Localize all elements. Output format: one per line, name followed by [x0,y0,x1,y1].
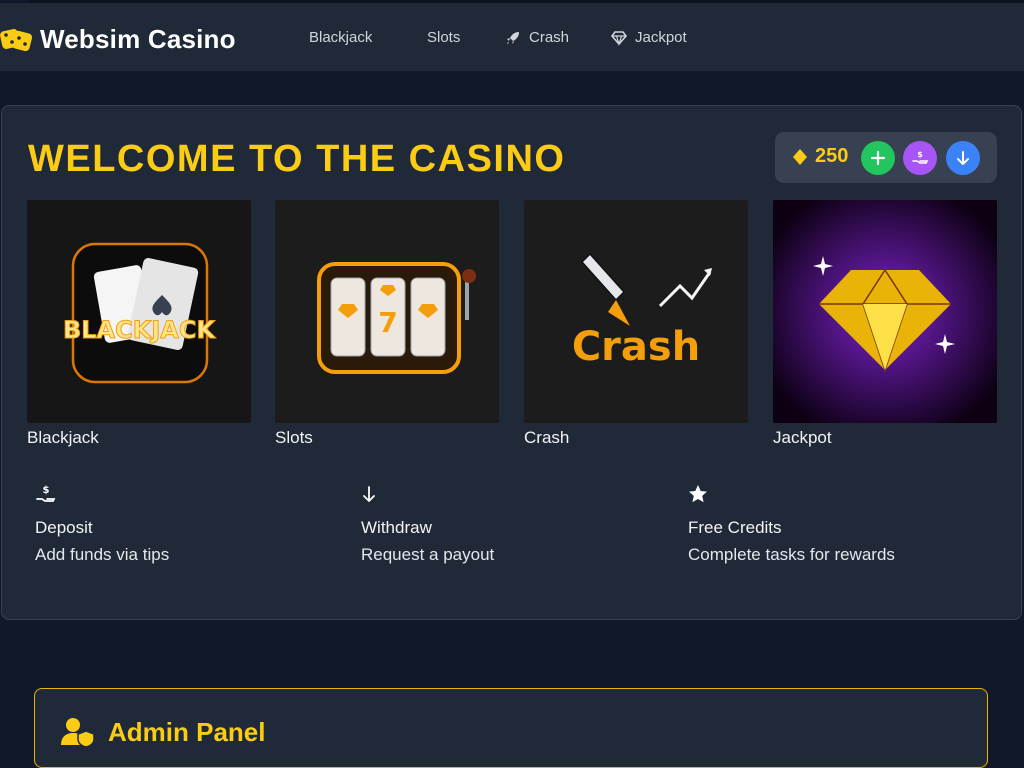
slots-art-text: 7 [378,306,397,339]
add-credits-button[interactable] [861,141,895,175]
arrow-down-icon [957,151,969,165]
plus-icon [870,150,886,166]
crash-artwork: Crash [524,200,748,423]
blackjack-artwork: BLACKJACK [27,200,251,423]
balance-value: 250 [815,145,849,167]
game-label: Blackjack [27,428,99,447]
top-navbar: Websim Casino Blackjack Slots Crash Jack… [0,0,1024,71]
user-shield-icon [61,718,95,747]
gem-icon [793,149,807,165]
game-card-jackpot[interactable]: Jackpot [773,200,997,448]
feature-withdraw[interactable]: Withdraw Request a payout [361,484,661,565]
game-card-blackjack[interactable]: BLACKJACK Blackjack [27,200,251,448]
hand-dollar-icon: $ [36,485,56,502]
arrow-down-icon [363,486,375,502]
brand-logo[interactable]: Websim Casino [0,23,236,55]
page-title: WELCOME TO THE CASINO [28,138,566,180]
game-label: Crash [524,428,570,447]
withdraw-button[interactable] [946,141,980,175]
nav-label: Crash [529,29,570,46]
casino-lobby-panel: WELCOME TO THE CASINO 250 $ BLACKJACK Bl… [1,105,1022,620]
game-label: Jackpot [773,428,832,447]
nav-jackpot[interactable]: Jackpot [611,29,687,46]
nav-label: Blackjack [309,29,373,46]
crash-art-text: Crash [572,324,700,370]
wallet-bar: 250 $ [775,132,997,183]
deposit-button[interactable]: $ [903,141,937,175]
browser-tab-strip [0,0,30,3]
feature-free-credits[interactable]: Free Credits Complete tasks for rewards [688,484,988,565]
brand-name: Websim Casino [40,23,236,54]
game-card-crash[interactable]: Crash Crash [524,200,748,448]
feature-description: Add funds via tips [35,545,170,564]
nav-blackjack[interactable]: Blackjack [309,29,372,46]
star-icon [689,485,707,503]
gem-icon [611,30,627,46]
blackjack-art-text: BLACKJACK [63,316,216,344]
rocket-icon [507,31,519,44]
svg-text:$: $ [917,150,923,159]
nav-label: Slots [427,29,461,46]
nav-label: Jackpot [635,29,687,46]
feature-deposit[interactable]: $ Deposit Add funds via tips [35,484,335,565]
dice-icon [0,29,33,52]
svg-text:$: $ [43,485,50,496]
hand-dollar-icon: $ [912,150,929,164]
nav-crash[interactable]: Crash [505,29,569,46]
feature-description: Request a payout [361,545,495,564]
admin-panel-title: Admin Panel [108,717,266,747]
feature-title: Free Credits [688,518,782,537]
feature-title: Withdraw [361,518,432,537]
admin-panel: Admin Panel [34,688,988,768]
feature-description: Complete tasks for rewards [688,545,895,564]
game-label: Slots [275,428,313,447]
jackpot-artwork [773,200,997,423]
game-card-slots[interactable]: 7 Slots [275,200,499,448]
nav-slots[interactable]: Slots [427,29,460,46]
slots-artwork: 7 [275,200,499,423]
feature-title: Deposit [35,518,93,537]
